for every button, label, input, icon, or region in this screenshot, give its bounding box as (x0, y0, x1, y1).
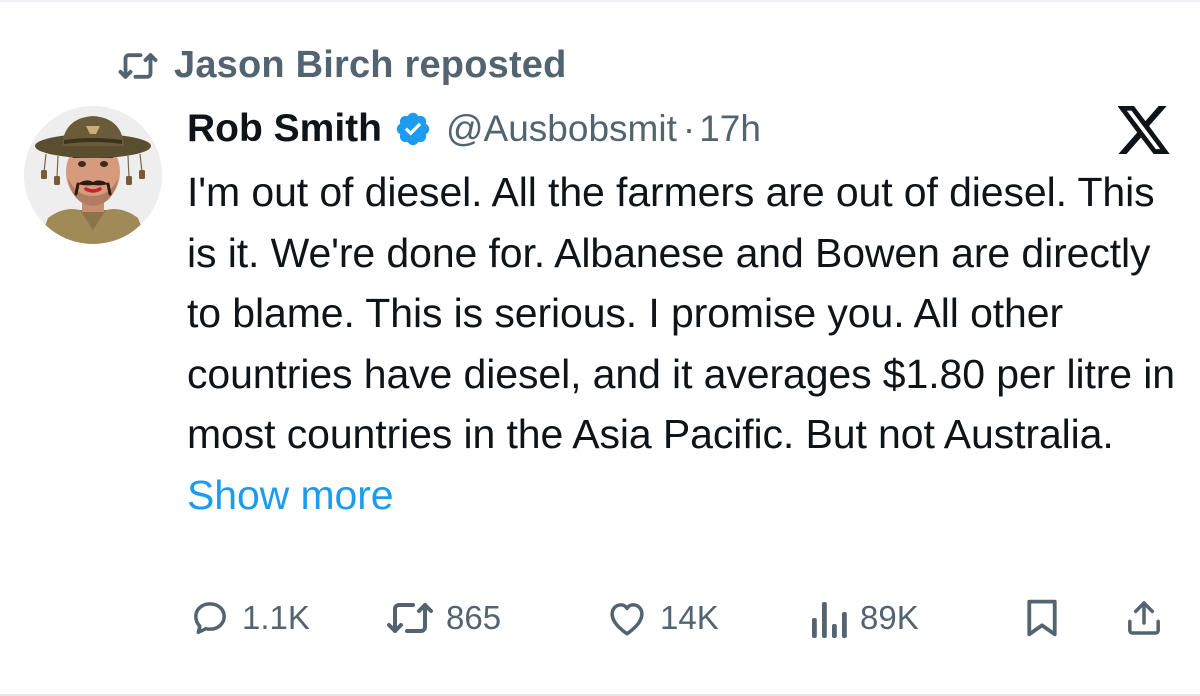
reply-count: 1.1K (242, 599, 310, 636)
like-count: 14K (660, 599, 719, 636)
views-count: 89K (860, 599, 919, 636)
like-button[interactable]: 14K (606, 598, 719, 638)
top-divider (0, 0, 1200, 2)
tweet-timestamp[interactable]: 17h (699, 108, 761, 150)
action-bar: 1.1K 865 14K 89K (0, 598, 1200, 648)
tweet-body: I'm out of diesel. All the farmers are o… (187, 162, 1187, 525)
author-handle[interactable]: @Ausbobsmit (446, 108, 677, 150)
heart-icon (606, 598, 648, 638)
share-icon (1124, 598, 1164, 638)
repost-indicator[interactable]: Jason Birch reposted (118, 44, 567, 87)
verified-badge-icon (394, 110, 432, 148)
repost-icon (118, 49, 158, 83)
show-more-link[interactable]: Show more (187, 472, 394, 518)
bookmark-button[interactable] (1024, 598, 1060, 638)
tweet-text: I'm out of diesel. All the farmers are o… (187, 169, 1176, 457)
views-chart-icon (812, 598, 848, 638)
repost-action-icon (386, 598, 434, 638)
repost-label: Jason Birch reposted (174, 44, 567, 86)
author-name[interactable]: Rob Smith (187, 107, 382, 151)
share-button[interactable] (1124, 598, 1164, 638)
x-logo-icon (1118, 106, 1172, 154)
avatar[interactable] (24, 106, 162, 244)
views-button[interactable]: 89K (812, 598, 919, 638)
tweet-header: Rob Smith @Ausbobsmit · 17h (187, 104, 761, 154)
reply-icon (190, 598, 230, 638)
repost-count: 865 (446, 599, 502, 636)
reply-button[interactable]: 1.1K (190, 598, 310, 638)
tweet-card[interactable]: Jason Birch reposted Rob Smith @Ausbobsm… (0, 0, 1200, 696)
separator-dot: · (682, 108, 696, 149)
repost-button[interactable]: 865 (386, 598, 501, 638)
bookmark-icon (1024, 598, 1060, 638)
